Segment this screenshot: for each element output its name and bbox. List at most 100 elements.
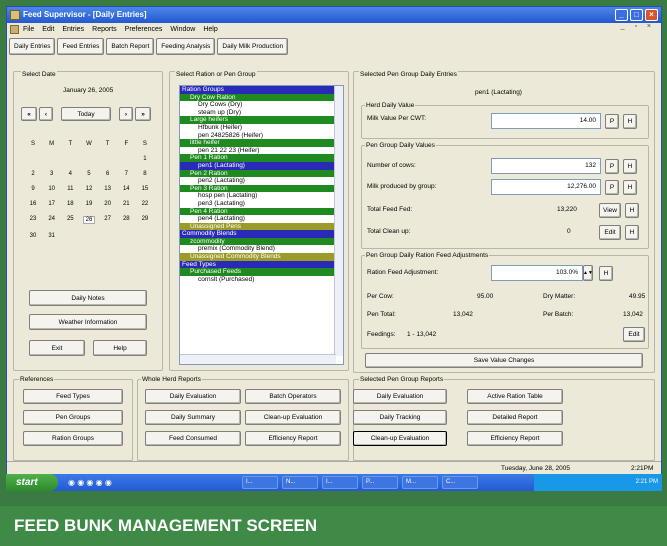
milk-value-h-button[interactable]: H bbox=[623, 114, 637, 129]
ration-groups-button[interactable]: Ration Groups bbox=[23, 431, 123, 446]
menu-preferences[interactable]: Preferences bbox=[125, 23, 163, 36]
menu-help[interactable]: Help bbox=[203, 23, 217, 36]
tree-horizontal-scrollbar[interactable] bbox=[180, 354, 336, 364]
calendar-day[interactable]: 21 bbox=[120, 201, 132, 207]
calendar-day[interactable]: 10 bbox=[46, 186, 58, 192]
calendar-day[interactable]: 6 bbox=[102, 171, 114, 177]
calendar-day[interactable]: 9 bbox=[27, 186, 39, 192]
adjustment-spinner[interactable]: ▲▼ bbox=[583, 265, 593, 281]
calendar-day[interactable]: 4 bbox=[64, 171, 76, 177]
tree-item[interactable]: Ration Groups bbox=[180, 86, 343, 94]
mdi-controls[interactable]: _ ▫ × bbox=[621, 23, 655, 30]
toolbar-batch-report[interactable]: Batch Report bbox=[106, 38, 155, 55]
menu-entries[interactable]: Entries bbox=[62, 23, 84, 36]
calendar-day[interactable]: 26 bbox=[82, 216, 95, 224]
taskbar-item-1[interactable]: I... bbox=[242, 476, 278, 489]
tree-item[interactable]: Unassigned Pens bbox=[180, 222, 343, 231]
calendar-day[interactable]: 28 bbox=[120, 216, 132, 224]
tree-item[interactable]: little heifer bbox=[180, 139, 343, 147]
milk-produced-p-button[interactable]: P bbox=[605, 180, 619, 195]
tree-item[interactable]: hosp pen (Lactating) bbox=[180, 192, 343, 200]
tree-vertical-scrollbar[interactable] bbox=[334, 86, 343, 356]
quick-launch-icons[interactable]: ◉ ◉ ◉ ◉ ◉ bbox=[68, 478, 112, 487]
calendar-day[interactable]: 24 bbox=[46, 216, 58, 224]
tree-item[interactable]: Large heifers bbox=[180, 116, 343, 124]
calendar-day[interactable]: 31 bbox=[46, 233, 58, 239]
start-button[interactable]: start bbox=[6, 474, 58, 491]
pen-groups-button[interactable]: Pen Groups bbox=[23, 410, 123, 425]
calendar-day[interactable]: 19 bbox=[83, 201, 95, 207]
weather-information-button[interactable]: Weather Information bbox=[29, 314, 147, 330]
toolbar-feed-entries[interactable]: Feed Entries bbox=[57, 38, 105, 55]
milk-value-p-button[interactable]: P bbox=[605, 114, 619, 129]
batch-operators-button[interactable]: Batch Operators bbox=[245, 389, 341, 404]
exit-button[interactable]: Exit bbox=[29, 340, 85, 356]
tree-item[interactable]: Feed Types bbox=[180, 260, 343, 269]
tree-item[interactable]: Dry Cow Ration bbox=[180, 93, 343, 102]
herd-efficiency-report-button[interactable]: Efficiency Report bbox=[245, 431, 341, 446]
daily-tracking-button[interactable]: Daily Tracking bbox=[353, 410, 447, 425]
save-value-changes-button[interactable]: Save Value Changes bbox=[365, 353, 643, 368]
calendar-day[interactable]: 29 bbox=[139, 216, 151, 224]
calendar-day[interactable]: 16 bbox=[27, 201, 39, 207]
pen-cleanup-evaluation-button[interactable]: Clean-up Evaluation bbox=[353, 431, 447, 446]
tree-item[interactable]: Purchased Feeds bbox=[180, 268, 343, 276]
today-button[interactable]: Today bbox=[61, 107, 111, 121]
herd-daily-evaluation-button[interactable]: Daily Evaluation bbox=[145, 389, 241, 404]
toolbar-daily-milk-production[interactable]: Daily Milk Production bbox=[217, 38, 289, 55]
daily-notes-button[interactable]: Daily Notes bbox=[29, 290, 147, 306]
menu-window[interactable]: Window bbox=[170, 23, 195, 36]
cows-field[interactable]: 132 bbox=[491, 158, 601, 174]
tree-item[interactable]: pen 21 22 23 (Heifer) bbox=[180, 147, 343, 155]
prev-month-button[interactable]: ‹ bbox=[39, 107, 53, 121]
calendar-day[interactable]: 11 bbox=[64, 186, 76, 192]
taskbar-item-6[interactable]: C... bbox=[442, 476, 478, 489]
close-button[interactable]: × bbox=[645, 9, 658, 21]
calendar-day[interactable]: 14 bbox=[120, 186, 132, 192]
tree-item[interactable]: Pen 1 Ration bbox=[180, 154, 343, 162]
taskbar-item-3[interactable]: I... bbox=[322, 476, 358, 489]
taskbar-item-4[interactable]: P... bbox=[362, 476, 398, 489]
milk-produced-field[interactable]: 12,276.00 bbox=[491, 179, 601, 195]
tree-item[interactable]: pen4 (Lactating) bbox=[180, 215, 343, 223]
detailed-report-button[interactable]: Detailed Report bbox=[467, 410, 563, 425]
tree-item[interactable]: Pen 4 Ration bbox=[180, 207, 343, 216]
maximize-button[interactable]: □ bbox=[630, 9, 643, 21]
menu-reports[interactable]: Reports bbox=[92, 23, 117, 36]
calendar-day[interactable]: 25 bbox=[64, 216, 76, 224]
tree-item[interactable]: Dry Cows (Dry) bbox=[180, 101, 343, 109]
tree-item[interactable]: Hfbunk (Heifer) bbox=[180, 124, 343, 132]
menu-file[interactable]: File bbox=[23, 23, 34, 36]
calendar-day[interactable]: 2 bbox=[27, 171, 39, 177]
tree-item[interactable]: Pen 3 Ration bbox=[180, 184, 343, 193]
next-year-button[interactable]: » bbox=[135, 107, 151, 121]
adjustment-h-button[interactable]: H bbox=[599, 266, 613, 281]
calendar-day[interactable]: 7 bbox=[120, 171, 132, 177]
view-button[interactable]: View bbox=[599, 203, 621, 218]
calendar-day[interactable]: 23 bbox=[27, 216, 39, 224]
calendar-day[interactable]: 15 bbox=[139, 186, 151, 192]
calendar-day[interactable]: 30 bbox=[27, 233, 39, 239]
pen-daily-evaluation-button[interactable]: Daily Evaluation bbox=[353, 389, 447, 404]
ration-feed-adjustment-field[interactable]: 103.0% bbox=[491, 265, 583, 281]
help-button[interactable]: Help bbox=[93, 340, 147, 356]
tree-item[interactable]: pen1 (Lactating) bbox=[180, 161, 343, 170]
calendar-day[interactable]: 17 bbox=[46, 201, 58, 207]
tree-item[interactable]: pen2 (Lactating) bbox=[180, 177, 343, 185]
calendar-day[interactable]: 3 bbox=[46, 171, 58, 177]
cows-h-button[interactable]: H bbox=[623, 159, 637, 174]
feedings-edit-button[interactable]: Edit bbox=[623, 327, 645, 342]
total-feed-h-button[interactable]: H bbox=[625, 203, 639, 218]
calendar-day[interactable]: 8 bbox=[139, 171, 151, 177]
tree-item[interactable]: pen 24825826 (Heifer) bbox=[180, 132, 343, 140]
tree-item[interactable]: Commodity Blends bbox=[180, 230, 343, 238]
cows-p-button[interactable]: P bbox=[605, 159, 619, 174]
next-month-button[interactable]: › bbox=[119, 107, 133, 121]
calendar-day[interactable]: 27 bbox=[102, 216, 114, 224]
ration-tree[interactable]: Ration Groups Dry Cow Ration Dry Cows (Dry… bbox=[179, 85, 344, 365]
herd-cleanup-evaluation-button[interactable]: Clean-up Evaluation bbox=[245, 410, 341, 425]
feed-consumed-button[interactable]: Feed Consumed bbox=[145, 431, 241, 446]
calendar-day[interactable]: 22 bbox=[139, 201, 151, 207]
cleanup-edit-button[interactable]: Edit bbox=[599, 225, 621, 240]
taskbar-item-2[interactable]: N... bbox=[282, 476, 318, 489]
